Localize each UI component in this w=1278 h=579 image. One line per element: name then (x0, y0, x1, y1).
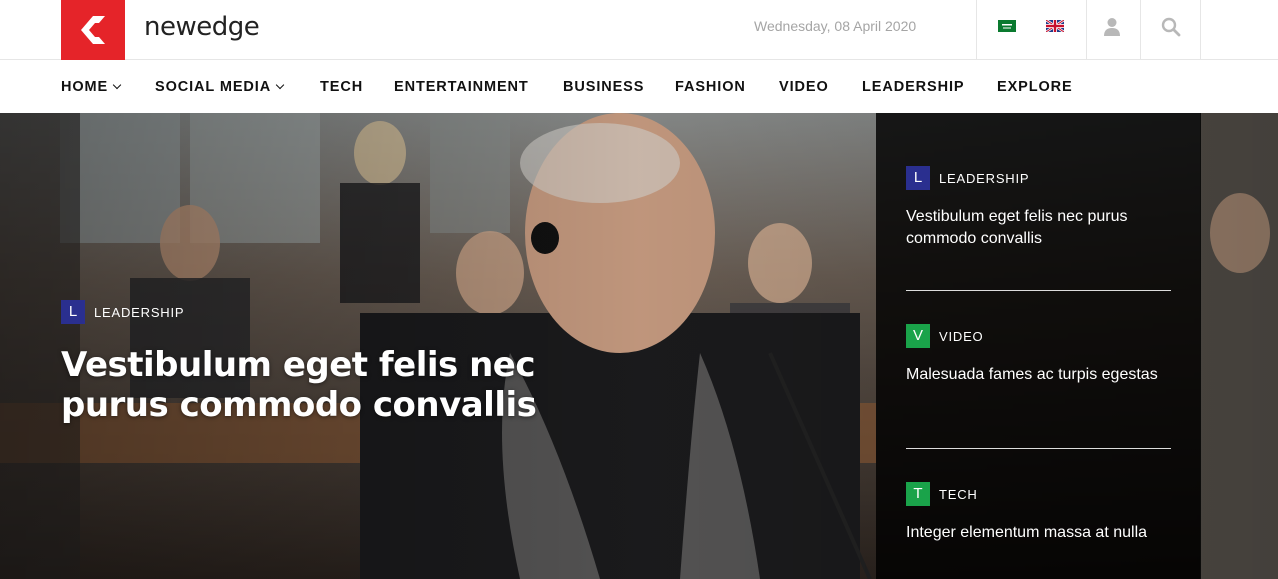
nav-item-business[interactable]: BUSINESS (563, 79, 644, 95)
nav-item-explore[interactable]: EXPLORE (997, 79, 1073, 95)
hero-title[interactable]: Vestibulum eget felis nec purus commodo … (61, 345, 601, 425)
chevron-down-icon (112, 80, 122, 90)
sidebar-latest: L LEADERSHIP Vestibulum eget felis nec pu… (876, 113, 1201, 579)
nav-label: HOME (61, 79, 109, 95)
sidebar-item[interactable]: V VIDEO Malesuada fames ac turpis egestas (906, 324, 1171, 386)
divider (906, 448, 1171, 449)
nav-item-entertainment[interactable]: ENTERTAINMENT (394, 79, 529, 95)
header-divider (1200, 0, 1201, 60)
nav-item-fashion[interactable]: FASHION (675, 79, 746, 95)
nav-item-social-media[interactable]: SOCIAL MEDIA (155, 79, 285, 95)
category-label: TECH (939, 486, 978, 502)
sidebar-item[interactable]: T TECH Integer elementum massa at nulla (906, 482, 1171, 544)
sidebar-item-title[interactable]: Vestibulum eget felis nec purus commodo … (906, 206, 1171, 250)
top-header: newedge Wednesday, 08 April 2020 (0, 0, 1278, 60)
hero-category[interactable]: L LEADERSHIP (61, 300, 184, 324)
sidebar-category[interactable]: L LEADERSHIP (906, 166, 1171, 190)
nav-item-home[interactable]: HOME (61, 79, 122, 95)
uk-flag-icon[interactable] (1046, 20, 1064, 32)
header-divider (976, 0, 977, 60)
category-badge: L (906, 166, 930, 190)
nav-item-tech[interactable]: TECH (320, 79, 363, 95)
main-nav: HOME SOCIAL MEDIA TECH ENTERTAINMENT BUS… (0, 61, 1278, 113)
sidebar-item[interactable]: L LEADERSHIP Vestibulum eget felis nec pu… (906, 166, 1171, 250)
divider (906, 290, 1171, 291)
sidebar-item-title[interactable]: Malesuada fames ac turpis egestas (906, 364, 1171, 386)
category-badge: T (906, 482, 930, 506)
nav-item-leadership[interactable]: LEADERSHIP (862, 79, 964, 95)
category-label: LEADERSHIP (94, 304, 185, 320)
category-label: VIDEO (939, 328, 984, 344)
chevron-down-icon (275, 80, 285, 90)
category-badge: V (906, 324, 930, 348)
nav-item-video[interactable]: VIDEO (779, 79, 829, 95)
nav-label: SOCIAL MEDIA (155, 79, 272, 95)
sidebar-item-title[interactable]: Integer elementum massa at nulla (906, 522, 1171, 544)
logo-icon (81, 16, 105, 44)
featured-hero: L LEADERSHIP Vestibulum eget felis nec pu… (0, 113, 1278, 579)
site-name[interactable]: newedge (144, 12, 260, 42)
user-icon[interactable] (1103, 17, 1121, 37)
category-label: LEADERSHIP (939, 170, 1030, 186)
category-badge: L (61, 300, 85, 324)
logo-link[interactable] (61, 0, 125, 60)
sidebar-category[interactable]: T TECH (906, 482, 1171, 506)
sidebar-category[interactable]: V VIDEO (906, 324, 1171, 348)
header-divider (1086, 0, 1087, 60)
arabic-flag-icon[interactable] (998, 20, 1016, 32)
header-divider (1140, 0, 1141, 60)
current-date: Wednesday, 08 April 2020 (754, 18, 917, 34)
search-icon[interactable] (1161, 17, 1181, 37)
